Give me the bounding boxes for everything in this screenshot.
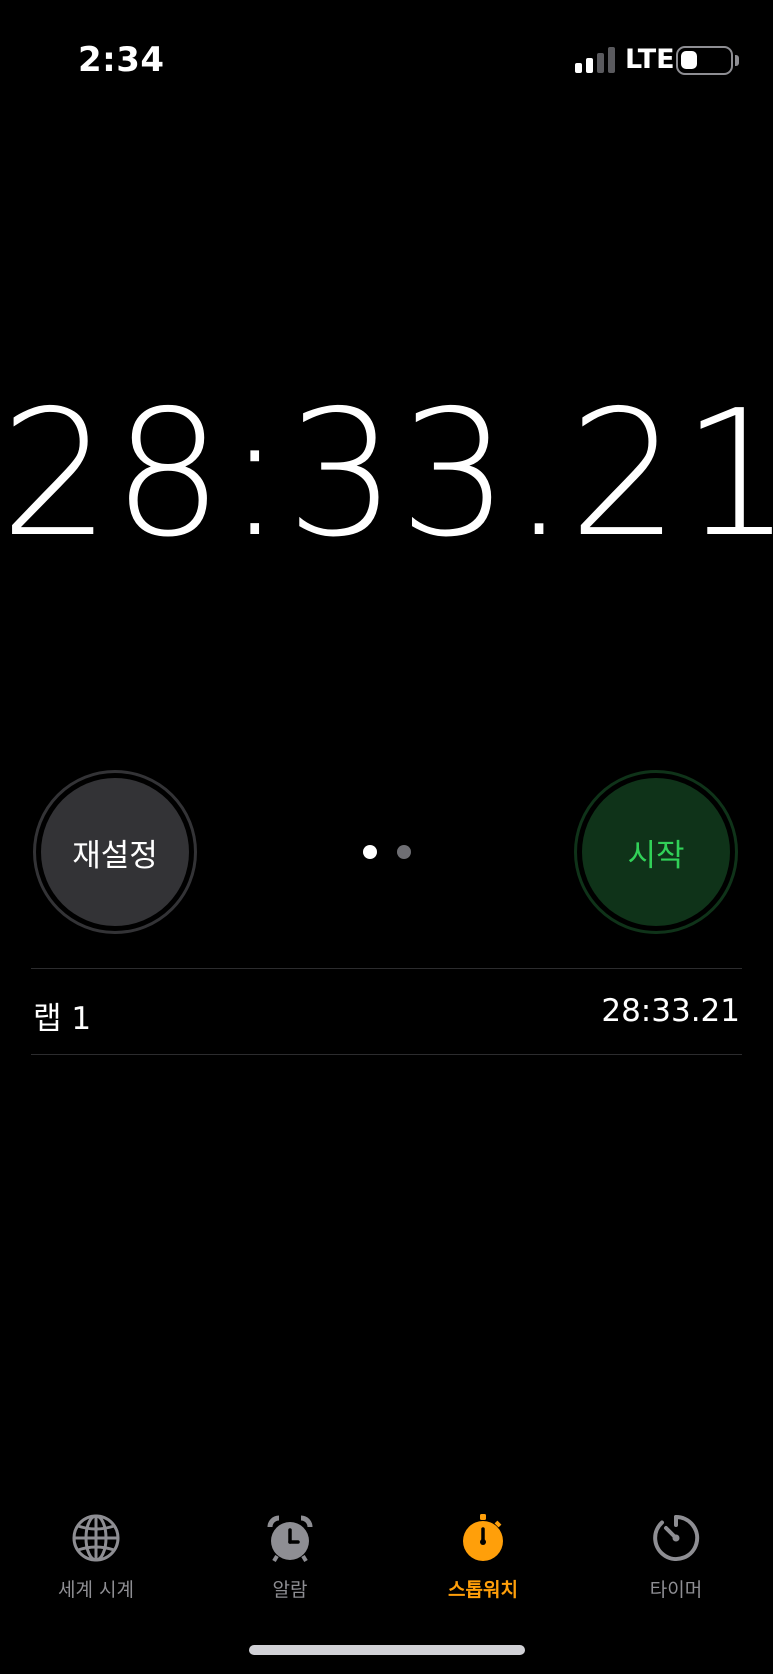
page-dot xyxy=(363,845,377,859)
tab-label: 세계 시계 xyxy=(58,1579,134,1601)
battery-icon xyxy=(676,46,733,75)
tab-timer[interactable]: 타이머 xyxy=(601,1500,751,1610)
tab-label: 스톱워치 xyxy=(448,1579,518,1601)
tab-label: 알람 xyxy=(272,1579,308,1601)
status-bar: 2:34 LTE xyxy=(0,0,773,110)
home-indicator[interactable] xyxy=(249,1645,525,1655)
lap-row: 랩 1 28:33.21 xyxy=(31,970,742,1055)
tab-label: 타이머 xyxy=(649,1579,703,1601)
lap-time: 28:33.21 xyxy=(601,993,740,1029)
tab-bar: 세계 시계 알람 스톱워치 타이머 xyxy=(0,1500,773,1610)
tab-world-clock[interactable]: 세계 시계 xyxy=(21,1500,171,1610)
signal-strength-icon xyxy=(575,47,617,73)
start-button[interactable]: 시작 xyxy=(574,770,738,934)
battery-tip xyxy=(735,55,739,66)
status-time: 2:34 xyxy=(78,40,165,80)
start-button-label: 시작 xyxy=(582,778,730,926)
lap-list-bottom-divider xyxy=(31,1054,742,1055)
page-indicator[interactable] xyxy=(361,845,413,861)
reset-button[interactable]: 재설정 xyxy=(33,770,197,934)
alarm-clock-icon xyxy=(267,1515,313,1563)
stopwatch-icon xyxy=(463,1514,503,1561)
reset-button-label: 재설정 xyxy=(41,778,189,926)
lap-label: 랩 1 xyxy=(33,1001,92,1037)
elapsed-time-display: 28:33.21 xyxy=(0,373,773,576)
tab-alarm[interactable]: 알람 xyxy=(215,1500,365,1610)
tab-stopwatch[interactable]: 스톱워치 xyxy=(408,1500,558,1610)
page-dot xyxy=(397,845,411,859)
globe-icon xyxy=(72,1514,120,1562)
lap-list-top-divider xyxy=(31,968,742,969)
timer-icon xyxy=(653,1514,700,1561)
network-type: LTE xyxy=(625,44,675,75)
